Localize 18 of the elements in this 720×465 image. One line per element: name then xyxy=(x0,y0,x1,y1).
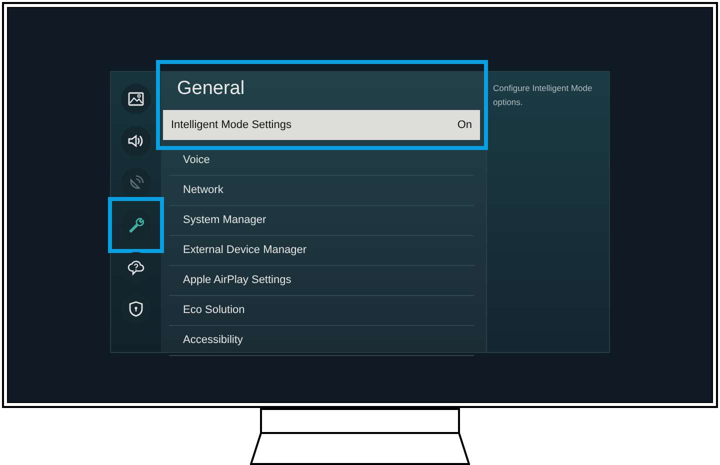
description-text: Configure Intelligent Mode options. xyxy=(486,72,609,352)
help-cloud-icon xyxy=(127,258,145,276)
sidebar-item[interactable] xyxy=(121,84,151,114)
shield-icon xyxy=(127,300,145,318)
menu-title: General xyxy=(176,77,246,101)
menu-item[interactable]: Accessibility xyxy=(169,326,474,356)
menu-item[interactable]: Intelligent Mode Settings On xyxy=(163,110,480,140)
menu-item[interactable]: Apple AirPlay Settings xyxy=(169,266,474,296)
menu-item[interactable]: External Device Manager xyxy=(169,236,474,266)
sidebar-item[interactable] xyxy=(121,126,151,156)
menu-item[interactable]: System Manager xyxy=(169,206,474,236)
wrench-icon xyxy=(127,216,145,234)
satellite-dish-icon xyxy=(127,174,145,192)
picture-icon xyxy=(127,90,145,108)
speaker-icon xyxy=(127,132,145,150)
menu-item[interactable]: Voice xyxy=(169,146,474,176)
menu-item[interactable]: Network xyxy=(169,176,474,206)
menu-item[interactable]: Eco Solution xyxy=(169,296,474,326)
